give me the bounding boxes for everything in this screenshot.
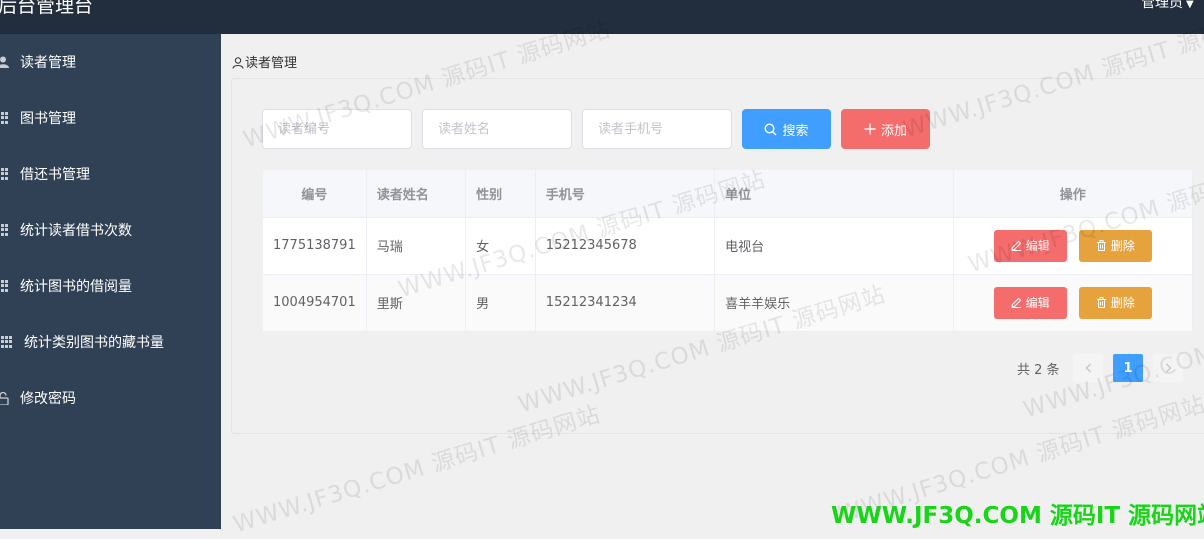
- sidebar: 读者管理 图书管理 借还书管理 统计读者借书次数 统计图书的借阅量 统计类别图书…: [0, 34, 221, 529]
- edit-button[interactable]: 编辑: [993, 286, 1067, 319]
- trash-icon: [1096, 240, 1106, 251]
- chevron-left-icon: [1085, 363, 1091, 373]
- sidebar-item-label: 统计图书的借阅量: [20, 279, 132, 295]
- sidebar-item-change-password[interactable]: 修改密码: [0, 370, 221, 426]
- breadcrumb: 读者管理: [232, 52, 297, 71]
- column-header-gender: 性别: [465, 170, 536, 218]
- search-button-label: 搜索: [782, 123, 809, 139]
- column-header-name: 读者姓名: [366, 170, 467, 218]
- edit-button-label: 编辑: [1025, 239, 1050, 253]
- chevron-right-icon: [1165, 363, 1171, 373]
- delete-button-label: 删除: [1110, 296, 1135, 310]
- next-page-button[interactable]: [1153, 354, 1183, 382]
- grid-icon: [0, 112, 9, 124]
- search-icon: [764, 122, 777, 135]
- delete-button-label: 删除: [1110, 239, 1135, 253]
- column-header-phone: 手机号: [535, 170, 716, 218]
- top-header: 后台管理台 管理员 ▼: [0, 0, 1204, 34]
- sidebar-item-reader-borrow-stats[interactable]: 统计读者借书次数: [0, 202, 221, 258]
- page-button[interactable]: 1: [1113, 354, 1143, 382]
- cell-gender: 男: [465, 274, 536, 332]
- reader-name-input[interactable]: [422, 109, 572, 149]
- trash-icon: [1096, 297, 1106, 308]
- cell-gender: 女: [465, 217, 536, 275]
- table-row: 1004954701 里斯 男 15212341234 喜羊羊娱乐 编辑 删除: [263, 274, 1194, 332]
- lock-icon: [0, 391, 9, 406]
- prev-page-button[interactable]: [1073, 354, 1103, 382]
- user-outline-icon: [232, 57, 244, 69]
- user-icon: [0, 56, 9, 68]
- sidebar-item-reader-management[interactable]: 读者管理: [0, 34, 221, 90]
- sidebar-item-label: 图书管理: [20, 111, 76, 127]
- user-menu[interactable]: 管理员 ▼: [1141, 0, 1194, 12]
- cell-id: 1775138791: [263, 217, 367, 275]
- watermark-banner: WWW.JF3Q.COM 源码IT 源码网站: [831, 503, 1204, 529]
- sidebar-item-label: 统计类别图书的藏书量: [24, 335, 164, 351]
- app-title: 后台管理台: [0, 0, 94, 17]
- grid-icon: [1, 336, 13, 348]
- reader-phone-input[interactable]: [582, 109, 732, 149]
- add-button-label: 添加: [880, 123, 907, 139]
- grid-icon: [0, 280, 9, 292]
- column-header-id: 编号: [263, 170, 367, 218]
- sidebar-item-label: 读者管理: [20, 55, 76, 71]
- sidebar-item-book-borrow-stats[interactable]: 统计图书的借阅量: [0, 258, 221, 314]
- edit-icon: [1011, 240, 1021, 251]
- cell-name: 里斯: [366, 274, 467, 332]
- user-name: 管理员: [1141, 0, 1183, 11]
- table-header-row: 编号 读者姓名 性别 手机号 单位 操作: [263, 170, 1194, 218]
- sidebar-item-category-stock-stats[interactable]: 统计类别图书的藏书量: [0, 314, 221, 370]
- cell-name: 马瑞: [366, 217, 467, 275]
- sidebar-item-borrow-return[interactable]: 借还书管理: [0, 146, 221, 202]
- grid-icon: [0, 168, 9, 180]
- breadcrumb-label: 读者管理: [245, 56, 298, 71]
- edit-button-label: 编辑: [1025, 296, 1050, 310]
- cell-actions: 编辑 删除: [953, 217, 1194, 275]
- reader-id-input[interactable]: [262, 109, 412, 149]
- add-button[interactable]: 添加: [841, 109, 930, 149]
- pagination-total: 共 2 条: [1017, 363, 1060, 378]
- sidebar-item-label: 借还书管理: [20, 167, 90, 183]
- sidebar-item-label: 修改密码: [20, 391, 76, 407]
- table-row: 1775138791 马瑞 女 15212345678 电视台 编辑 删除: [263, 217, 1194, 275]
- readers-table: 编号 读者姓名 性别 手机号 单位 操作 1775138791 马瑞 女 152…: [263, 170, 1194, 332]
- edit-icon: [1011, 297, 1021, 308]
- column-header-actions: 操作: [953, 170, 1194, 218]
- cell-actions: 编辑 删除: [953, 274, 1194, 332]
- sidebar-item-book-management[interactable]: 图书管理: [0, 90, 221, 146]
- edit-button[interactable]: 编辑: [993, 229, 1067, 262]
- cell-id: 1004954701: [263, 274, 367, 332]
- chevron-down-icon: ▼: [1186, 0, 1194, 10]
- cell-unit: 喜羊羊娱乐: [714, 274, 954, 332]
- search-button[interactable]: 搜索: [742, 109, 831, 149]
- cell-unit: 电视台: [714, 217, 954, 275]
- cell-phone: 15212345678: [535, 217, 716, 275]
- plus-icon: [864, 123, 876, 135]
- column-header-unit: 单位: [714, 170, 954, 218]
- grid-icon: [0, 224, 9, 236]
- cell-phone: 15212341234: [535, 274, 716, 332]
- delete-button[interactable]: 删除: [1078, 286, 1152, 319]
- delete-button[interactable]: 删除: [1078, 229, 1152, 262]
- sidebar-item-label: 统计读者借书次数: [20, 223, 132, 239]
